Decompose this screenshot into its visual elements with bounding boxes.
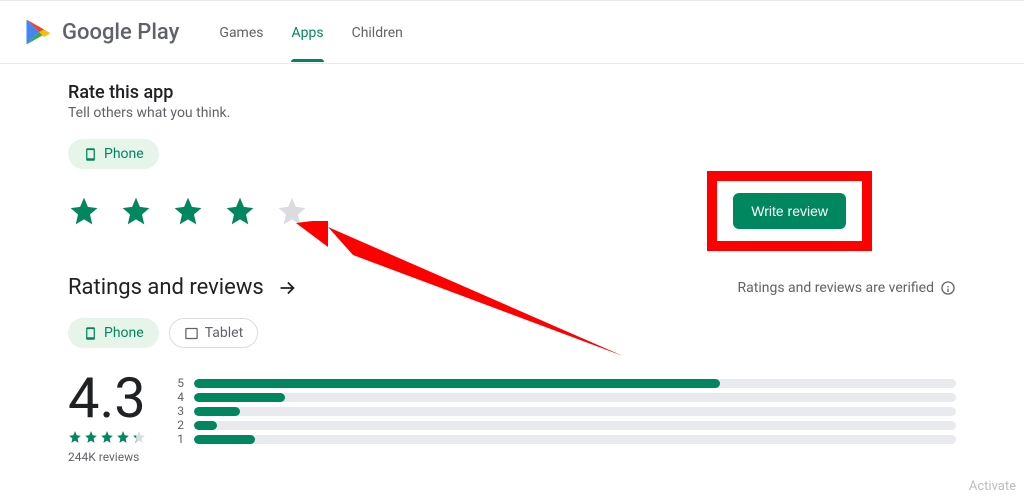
main-content: Rate this app Tell others what you think… [0, 64, 1024, 464]
avg-star-1 [68, 430, 82, 444]
phone-icon [83, 326, 98, 341]
rate-star-2[interactable] [120, 195, 152, 227]
rate-star-1[interactable] [68, 195, 100, 227]
write-review-button[interactable]: Write review [733, 193, 846, 229]
device-chip-phone[interactable]: Phone [68, 139, 159, 169]
os-activate-hint: Activate [969, 479, 1016, 494]
rate-subtitle: Tell others what you think. [68, 105, 956, 121]
reviews-header-row: Ratings and reviews Ratings and reviews … [68, 275, 956, 300]
arrow-right-icon [276, 277, 298, 299]
dist-fill [194, 435, 255, 444]
tablet-icon [184, 326, 199, 341]
average-stars [68, 430, 146, 444]
device-chip-label: Phone [104, 146, 144, 162]
write-review-wrap: Write review [733, 193, 846, 229]
avg-star-4 [116, 430, 130, 444]
avg-star-5 [132, 430, 146, 444]
chip-tablet-label: Tablet [205, 325, 243, 341]
phone-icon [83, 147, 98, 162]
chip-tablet[interactable]: Tablet [169, 318, 258, 348]
header: Google Play Games Apps Children [0, 0, 1024, 64]
reviews-title-wrap[interactable]: Ratings and reviews [68, 275, 298, 300]
chip-phone-label: Phone [104, 325, 144, 341]
dist-label: 5 [174, 376, 184, 390]
dist-fill [194, 379, 720, 388]
dist-row-4: 4 [174, 390, 956, 404]
nav-apps[interactable]: Apps [291, 3, 323, 61]
dist-row-3: 3 [174, 404, 956, 418]
dist-label: 4 [174, 390, 184, 404]
dist-fill [194, 421, 217, 430]
dist-label: 2 [174, 418, 184, 432]
rate-star-4[interactable] [224, 195, 256, 227]
rate-title: Rate this app [68, 82, 956, 103]
play-store-icon [24, 17, 54, 47]
logo[interactable]: Google Play [24, 17, 179, 47]
info-icon [940, 280, 956, 296]
dist-track [194, 421, 956, 430]
avg-star-3 [100, 430, 114, 444]
rate-row: Write review [68, 193, 956, 229]
rate-star-3[interactable] [172, 195, 204, 227]
dist-fill [194, 407, 240, 416]
dist-track [194, 435, 956, 444]
dist-label: 3 [174, 404, 184, 418]
dist-fill [194, 393, 285, 402]
average-score: 4.3 [68, 370, 146, 426]
nav-games[interactable]: Games [219, 3, 263, 61]
dist-label: 1 [174, 432, 184, 446]
rating-stars [68, 195, 308, 227]
chip-phone[interactable]: Phone [68, 318, 159, 348]
nav-children[interactable]: Children [352, 3, 403, 61]
brand-text: Google Play [62, 20, 179, 45]
review-count: 244K reviews [68, 450, 146, 464]
rate-star-5[interactable] [276, 195, 308, 227]
dist-row-2: 2 [174, 418, 956, 432]
rating-summary: 4.3 244K reviews 54321 [68, 370, 956, 464]
verified-label[interactable]: Ratings and reviews are verified [738, 280, 956, 296]
dist-track [194, 393, 956, 402]
dist-row-1: 1 [174, 432, 956, 446]
dist-track [194, 407, 956, 416]
reviews-title: Ratings and reviews [68, 275, 264, 300]
rating-distribution: 54321 [174, 370, 956, 464]
average-block: 4.3 244K reviews [68, 370, 146, 464]
verified-text: Ratings and reviews are verified [738, 280, 934, 296]
dist-track [194, 379, 956, 388]
device-filter-chips: Phone Tablet [68, 318, 956, 348]
avg-star-2 [84, 430, 98, 444]
dist-row-5: 5 [174, 376, 956, 390]
top-nav: Games Apps Children [219, 3, 402, 61]
